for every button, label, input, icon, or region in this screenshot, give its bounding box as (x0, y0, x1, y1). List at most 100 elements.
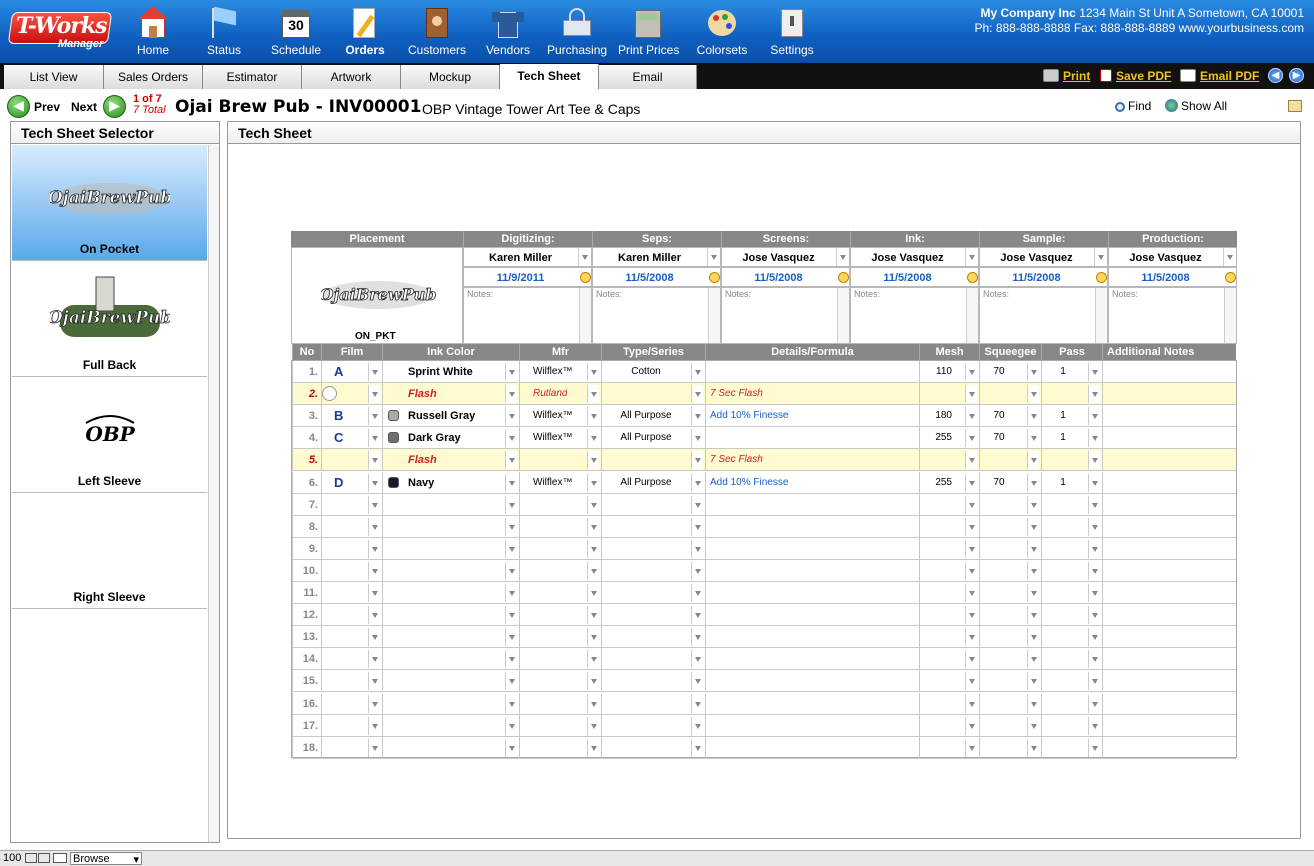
nav-settings-button[interactable]: Settings (770, 4, 814, 60)
chevron-down-icon[interactable] (1094, 248, 1106, 266)
chevron-down-icon[interactable] (587, 672, 599, 691)
chevron-down-icon[interactable] (691, 495, 703, 514)
chevron-down-icon[interactable] (505, 672, 517, 691)
prev-button[interactable]: Prev (34, 100, 60, 114)
chevron-down-icon[interactable] (1027, 385, 1039, 404)
chevron-down-icon[interactable] (965, 628, 977, 647)
chevron-down-icon[interactable] (965, 606, 977, 625)
chevron-down-icon[interactable] (587, 738, 599, 757)
chevron-down-icon[interactable] (587, 429, 599, 448)
chevron-down-icon[interactable] (1088, 385, 1100, 404)
chevron-down-icon[interactable] (965, 473, 977, 492)
mode-select[interactable]: Browse ▾ (70, 852, 142, 866)
type-series-value[interactable]: Cotton (601, 366, 691, 377)
chevron-down-icon[interactable] (505, 473, 517, 492)
chevron-down-icon[interactable] (1027, 539, 1039, 558)
chevron-down-icon[interactable] (1088, 407, 1100, 426)
chevron-down-icon[interactable] (587, 606, 599, 625)
chevron-down-icon[interactable] (505, 628, 517, 647)
chevron-down-icon[interactable] (691, 517, 703, 536)
type-series-value[interactable]: All Purpose (601, 410, 691, 421)
find-button[interactable]: Find (1115, 99, 1151, 113)
squeegee-value[interactable]: 70 (979, 432, 1019, 443)
chevron-down-icon[interactable] (505, 561, 517, 580)
chevron-down-icon[interactable] (505, 738, 517, 757)
chevron-down-icon[interactable] (587, 495, 599, 514)
tab-mockup[interactable]: Mockup (401, 65, 500, 89)
chevron-down-icon[interactable] (1027, 517, 1039, 536)
chevron-down-icon[interactable] (691, 429, 703, 448)
mfr-value[interactable]: Wilflex™ (533, 432, 572, 443)
chevron-down-icon[interactable] (1027, 738, 1039, 757)
chevron-down-icon[interactable] (691, 385, 703, 404)
chevron-down-icon[interactable] (1027, 363, 1039, 381)
chevron-down-icon[interactable] (965, 650, 977, 669)
chevron-down-icon[interactable] (1027, 561, 1039, 580)
back-arrow-icon[interactable]: ◀ (1268, 68, 1283, 83)
chevron-down-icon[interactable] (1088, 584, 1100, 602)
chevron-down-icon[interactable] (1027, 628, 1039, 647)
tab-artwork[interactable]: Artwork (302, 65, 401, 89)
mesh-value[interactable]: 180 (919, 410, 952, 421)
film-letter[interactable]: B (334, 408, 343, 423)
chevron-down-icon[interactable] (587, 716, 599, 735)
selector-item-on-pocket[interactable]: OjaiBrewPub On Pocket (12, 145, 207, 261)
ink-color-value[interactable]: Flash (408, 388, 437, 400)
chevron-down-icon[interactable] (505, 539, 517, 558)
nav-vendors-button[interactable]: Vendors (486, 4, 530, 60)
chevron-down-icon[interactable] (368, 694, 380, 713)
chevron-down-icon[interactable] (965, 363, 977, 381)
chevron-down-icon[interactable] (965, 738, 977, 757)
chevron-down-icon[interactable] (587, 650, 599, 669)
alarm-clock-icon[interactable] (709, 272, 720, 283)
chevron-down-icon[interactable] (965, 539, 977, 558)
details-formula-value[interactable]: 7 Sec Flash (710, 388, 763, 399)
chevron-down-icon[interactable] (1027, 650, 1039, 669)
chevron-down-icon[interactable] (368, 628, 380, 647)
chevron-down-icon[interactable] (1027, 672, 1039, 691)
chevron-down-icon[interactable] (1088, 451, 1100, 470)
chevron-down-icon[interactable] (1088, 495, 1100, 514)
chevron-down-icon[interactable] (1027, 407, 1039, 426)
stage-notes-scrollbar[interactable] (579, 288, 591, 343)
chevron-down-icon[interactable] (707, 248, 719, 266)
stage-notes-scrollbar[interactable] (1224, 288, 1236, 343)
pass-value[interactable]: 1 (1041, 432, 1085, 443)
chevron-down-icon[interactable] (368, 606, 380, 625)
chevron-down-icon[interactable] (587, 385, 599, 404)
chevron-down-icon[interactable] (965, 248, 977, 266)
mesh-value[interactable]: 255 (919, 477, 952, 488)
print-link[interactable]: Print (1043, 67, 1090, 85)
chevron-down-icon[interactable] (368, 429, 380, 448)
chevron-down-icon[interactable] (587, 451, 599, 470)
chevron-down-icon[interactable] (1088, 539, 1100, 558)
chevron-down-icon[interactable] (691, 606, 703, 625)
chevron-down-icon[interactable] (965, 385, 977, 404)
chevron-down-icon[interactable] (1027, 495, 1039, 514)
chevron-down-icon[interactable] (1088, 694, 1100, 713)
chevron-down-icon[interactable] (965, 672, 977, 691)
chevron-down-icon[interactable] (368, 738, 380, 757)
chevron-down-icon[interactable] (1088, 606, 1100, 625)
alarm-clock-icon[interactable] (1225, 272, 1236, 283)
chevron-down-icon[interactable] (587, 363, 599, 381)
chevron-down-icon[interactable] (965, 716, 977, 735)
flash-circle-icon[interactable] (322, 386, 337, 402)
type-series-value[interactable]: All Purpose (601, 432, 691, 443)
chevron-down-icon[interactable] (587, 694, 599, 713)
chevron-down-icon[interactable] (691, 451, 703, 470)
tab-estimator[interactable]: Estimator (203, 65, 302, 89)
chevron-down-icon[interactable] (368, 672, 380, 691)
chevron-down-icon[interactable] (587, 407, 599, 426)
chevron-down-icon[interactable] (368, 539, 380, 558)
mfr-value[interactable]: Wilflex™ (533, 410, 572, 421)
chevron-down-icon[interactable] (368, 407, 380, 426)
selector-item-right-sleeve[interactable]: Right Sleeve (12, 493, 207, 609)
pass-value[interactable]: 1 (1041, 410, 1085, 421)
chevron-down-icon[interactable] (1027, 584, 1039, 602)
chevron-down-icon[interactable] (691, 672, 703, 691)
chevron-down-icon[interactable] (691, 407, 703, 426)
ink-color-value[interactable]: Russell Gray (408, 410, 475, 422)
chevron-down-icon[interactable] (1027, 716, 1039, 735)
chevron-down-icon[interactable] (691, 650, 703, 669)
